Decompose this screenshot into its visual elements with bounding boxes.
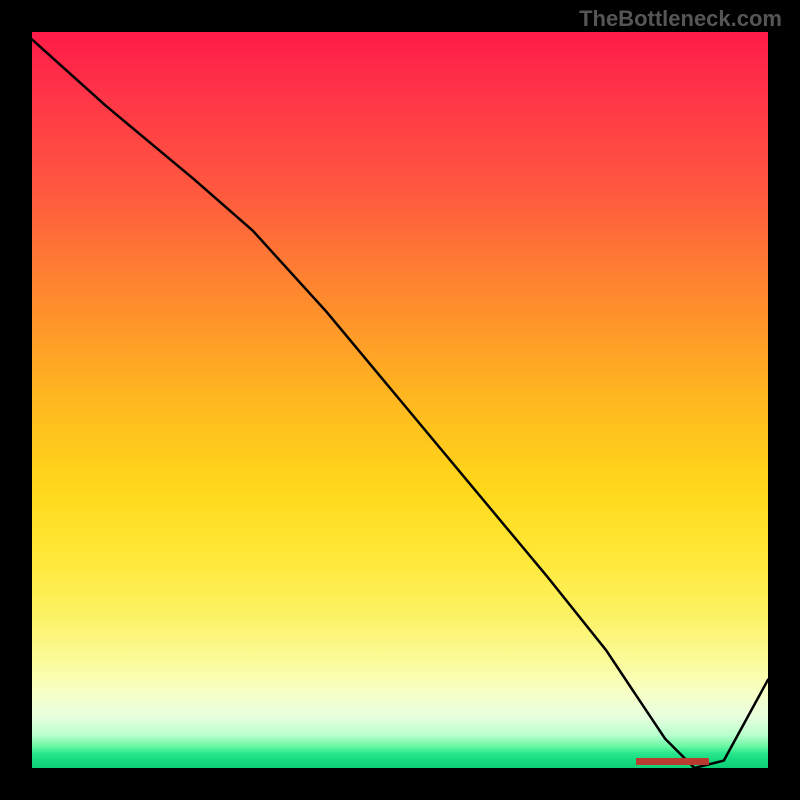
watermark-text: TheBottleneck.com: [579, 6, 782, 32]
chart-frame: TheBottleneck.com: [0, 0, 800, 800]
plot-area: [32, 32, 768, 768]
bottleneck-curve: [32, 32, 768, 768]
optimal-range-marker: [636, 758, 710, 765]
